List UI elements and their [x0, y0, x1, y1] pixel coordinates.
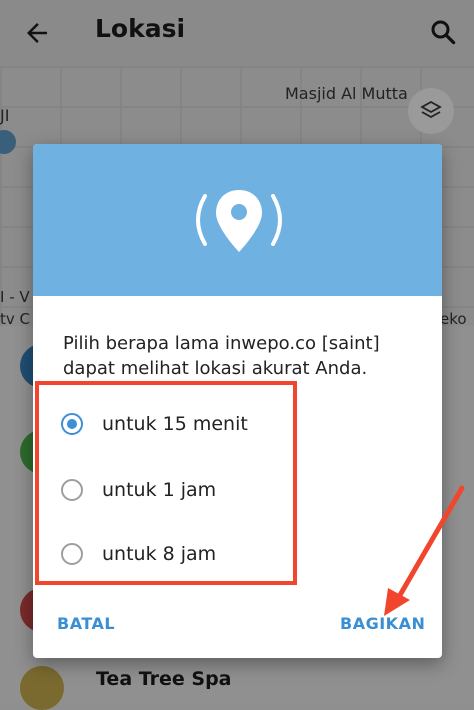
- layers-icon: [420, 100, 442, 119]
- list-item-title[interactable]: Tea Tree Spa: [96, 668, 232, 690]
- location-broadcast-icon: [196, 190, 282, 252]
- map-layers-button[interactable]: [408, 88, 454, 134]
- back-arrow-icon[interactable]: [22, 18, 52, 48]
- dialog-message: Pilih berapa lama inwepo.co [saint] dapa…: [63, 333, 380, 379]
- list-item-avatar: [20, 666, 64, 710]
- annotation-arrow-icon: [384, 485, 465, 616]
- map-edge-label: I - V: [0, 288, 30, 306]
- app-bar: Lokasi: [0, 0, 474, 66]
- annotation-highlight-box: [35, 381, 297, 585]
- map-place-label: Masjid Al Mutta: [285, 84, 408, 103]
- dialog-header: [33, 144, 442, 296]
- map-marker[interactable]: [0, 130, 16, 154]
- page-title: Lokasi: [95, 14, 186, 43]
- cancel-button[interactable]: BATAL: [57, 614, 115, 633]
- map-edge-label: JI: [0, 106, 10, 125]
- search-icon[interactable]: [428, 17, 458, 47]
